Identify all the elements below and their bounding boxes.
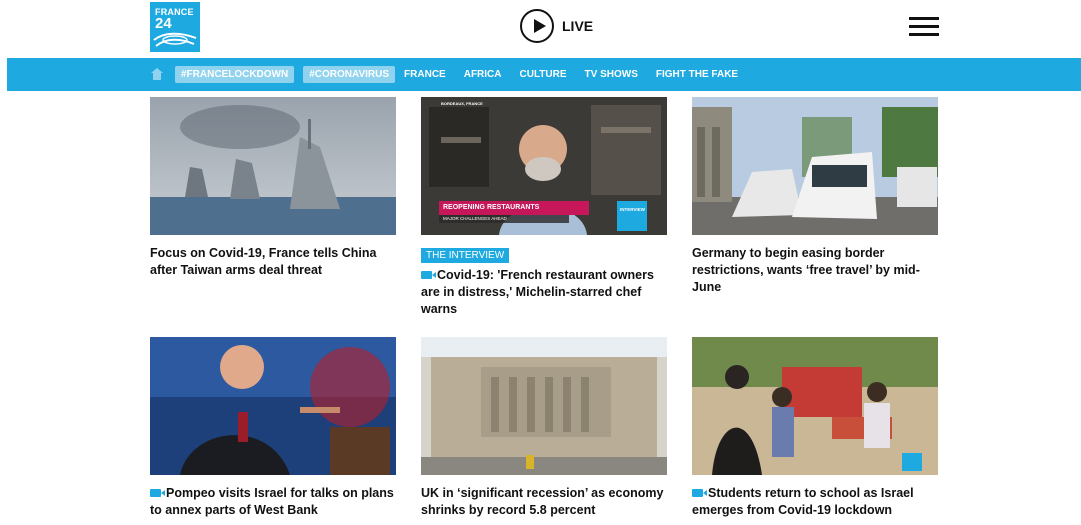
article-card: Focus on Covid-19, France tells China af… <box>150 97 396 279</box>
article-title-text: Covid-19: 'French restaurant owners are … <box>421 268 654 316</box>
article-title-text: Students return to school as Israel emer… <box>692 486 914 517</box>
article-title[interactable]: Germany to begin easing border restricti… <box>692 245 938 296</box>
article-card: Students return to school as Israel emer… <box>692 337 938 519</box>
video-icon <box>150 489 165 497</box>
logo-text-24: 24 <box>155 15 172 32</box>
category-badge[interactable]: THE INTERVIEW <box>421 248 510 263</box>
main-navigation: #FRANCELOCKDOWN #CORONAVIRUS FRANCE AFRI… <box>7 58 1081 91</box>
article-thumbnail-berlin-buses[interactable] <box>692 97 938 235</box>
article-card: Germany to begin easing border restricti… <box>692 97 938 296</box>
article-thumbnail-bank-of-england[interactable] <box>421 337 667 475</box>
video-icon <box>692 489 707 497</box>
france24-logo[interactable]: FRANCE 24 <box>150 2 200 52</box>
site-header: FRANCE 24 LIVE <box>0 0 1081 58</box>
thumb-overlay-headline: REOPENING RESTAURANTS <box>443 204 540 211</box>
live-button[interactable]: LIVE <box>520 9 593 43</box>
nav-link-culture[interactable]: CULTURE <box>520 66 567 83</box>
article-card: BORDEAUX, FRANCE REOPENING RESTAURANTS M… <box>421 97 667 318</box>
home-icon[interactable] <box>150 67 164 81</box>
live-label: LIVE <box>562 18 594 34</box>
thumb-overlay-subtitle: MAJOR CHALLENGES AHEAD <box>443 216 507 221</box>
article-title[interactable]: Students return to school as Israel emer… <box>692 485 938 519</box>
article-title[interactable]: Covid-19: 'French restaurant owners are … <box>421 267 667 318</box>
thumb-location-label: BORDEAUX, FRANCE <box>441 101 483 106</box>
play-icon <box>520 9 554 43</box>
article-card: UK in ‘significant recession’ as economy… <box>421 337 667 519</box>
article-thumbnail-interview[interactable]: BORDEAUX, FRANCE REOPENING RESTAURANTS M… <box>421 97 667 235</box>
nav-tag-francelockdown[interactable]: #FRANCELOCKDOWN <box>175 66 295 83</box>
article-card: Pompeo visits Israel for talks on plans … <box>150 337 396 519</box>
article-title[interactable]: Pompeo visits Israel for talks on plans … <box>150 485 396 519</box>
nav-link-tv-shows[interactable]: TV SHOWS <box>585 66 638 83</box>
nav-link-africa[interactable]: AFRICA <box>464 66 502 83</box>
nav-link-fight-the-fake[interactable]: FIGHT THE FAKE <box>656 66 738 83</box>
thumb-corner-label: INTERVIEW <box>620 207 645 212</box>
article-title[interactable]: UK in ‘significant recession’ as economy… <box>421 485 667 519</box>
article-thumbnail-warships[interactable] <box>150 97 396 235</box>
article-title-text: Pompeo visits Israel for talks on plans … <box>150 486 394 517</box>
nav-link-france[interactable]: FRANCE <box>404 66 446 83</box>
article-thumbnail-israel-school[interactable] <box>692 337 938 475</box>
nav-tag-coronavirus[interactable]: #CORONAVIRUS <box>303 66 396 83</box>
hamburger-menu-icon[interactable] <box>909 17 939 37</box>
article-thumbnail-pompeo[interactable] <box>150 337 396 475</box>
video-icon <box>421 271 436 279</box>
article-title[interactable]: Focus on Covid-19, France tells China af… <box>150 245 396 279</box>
